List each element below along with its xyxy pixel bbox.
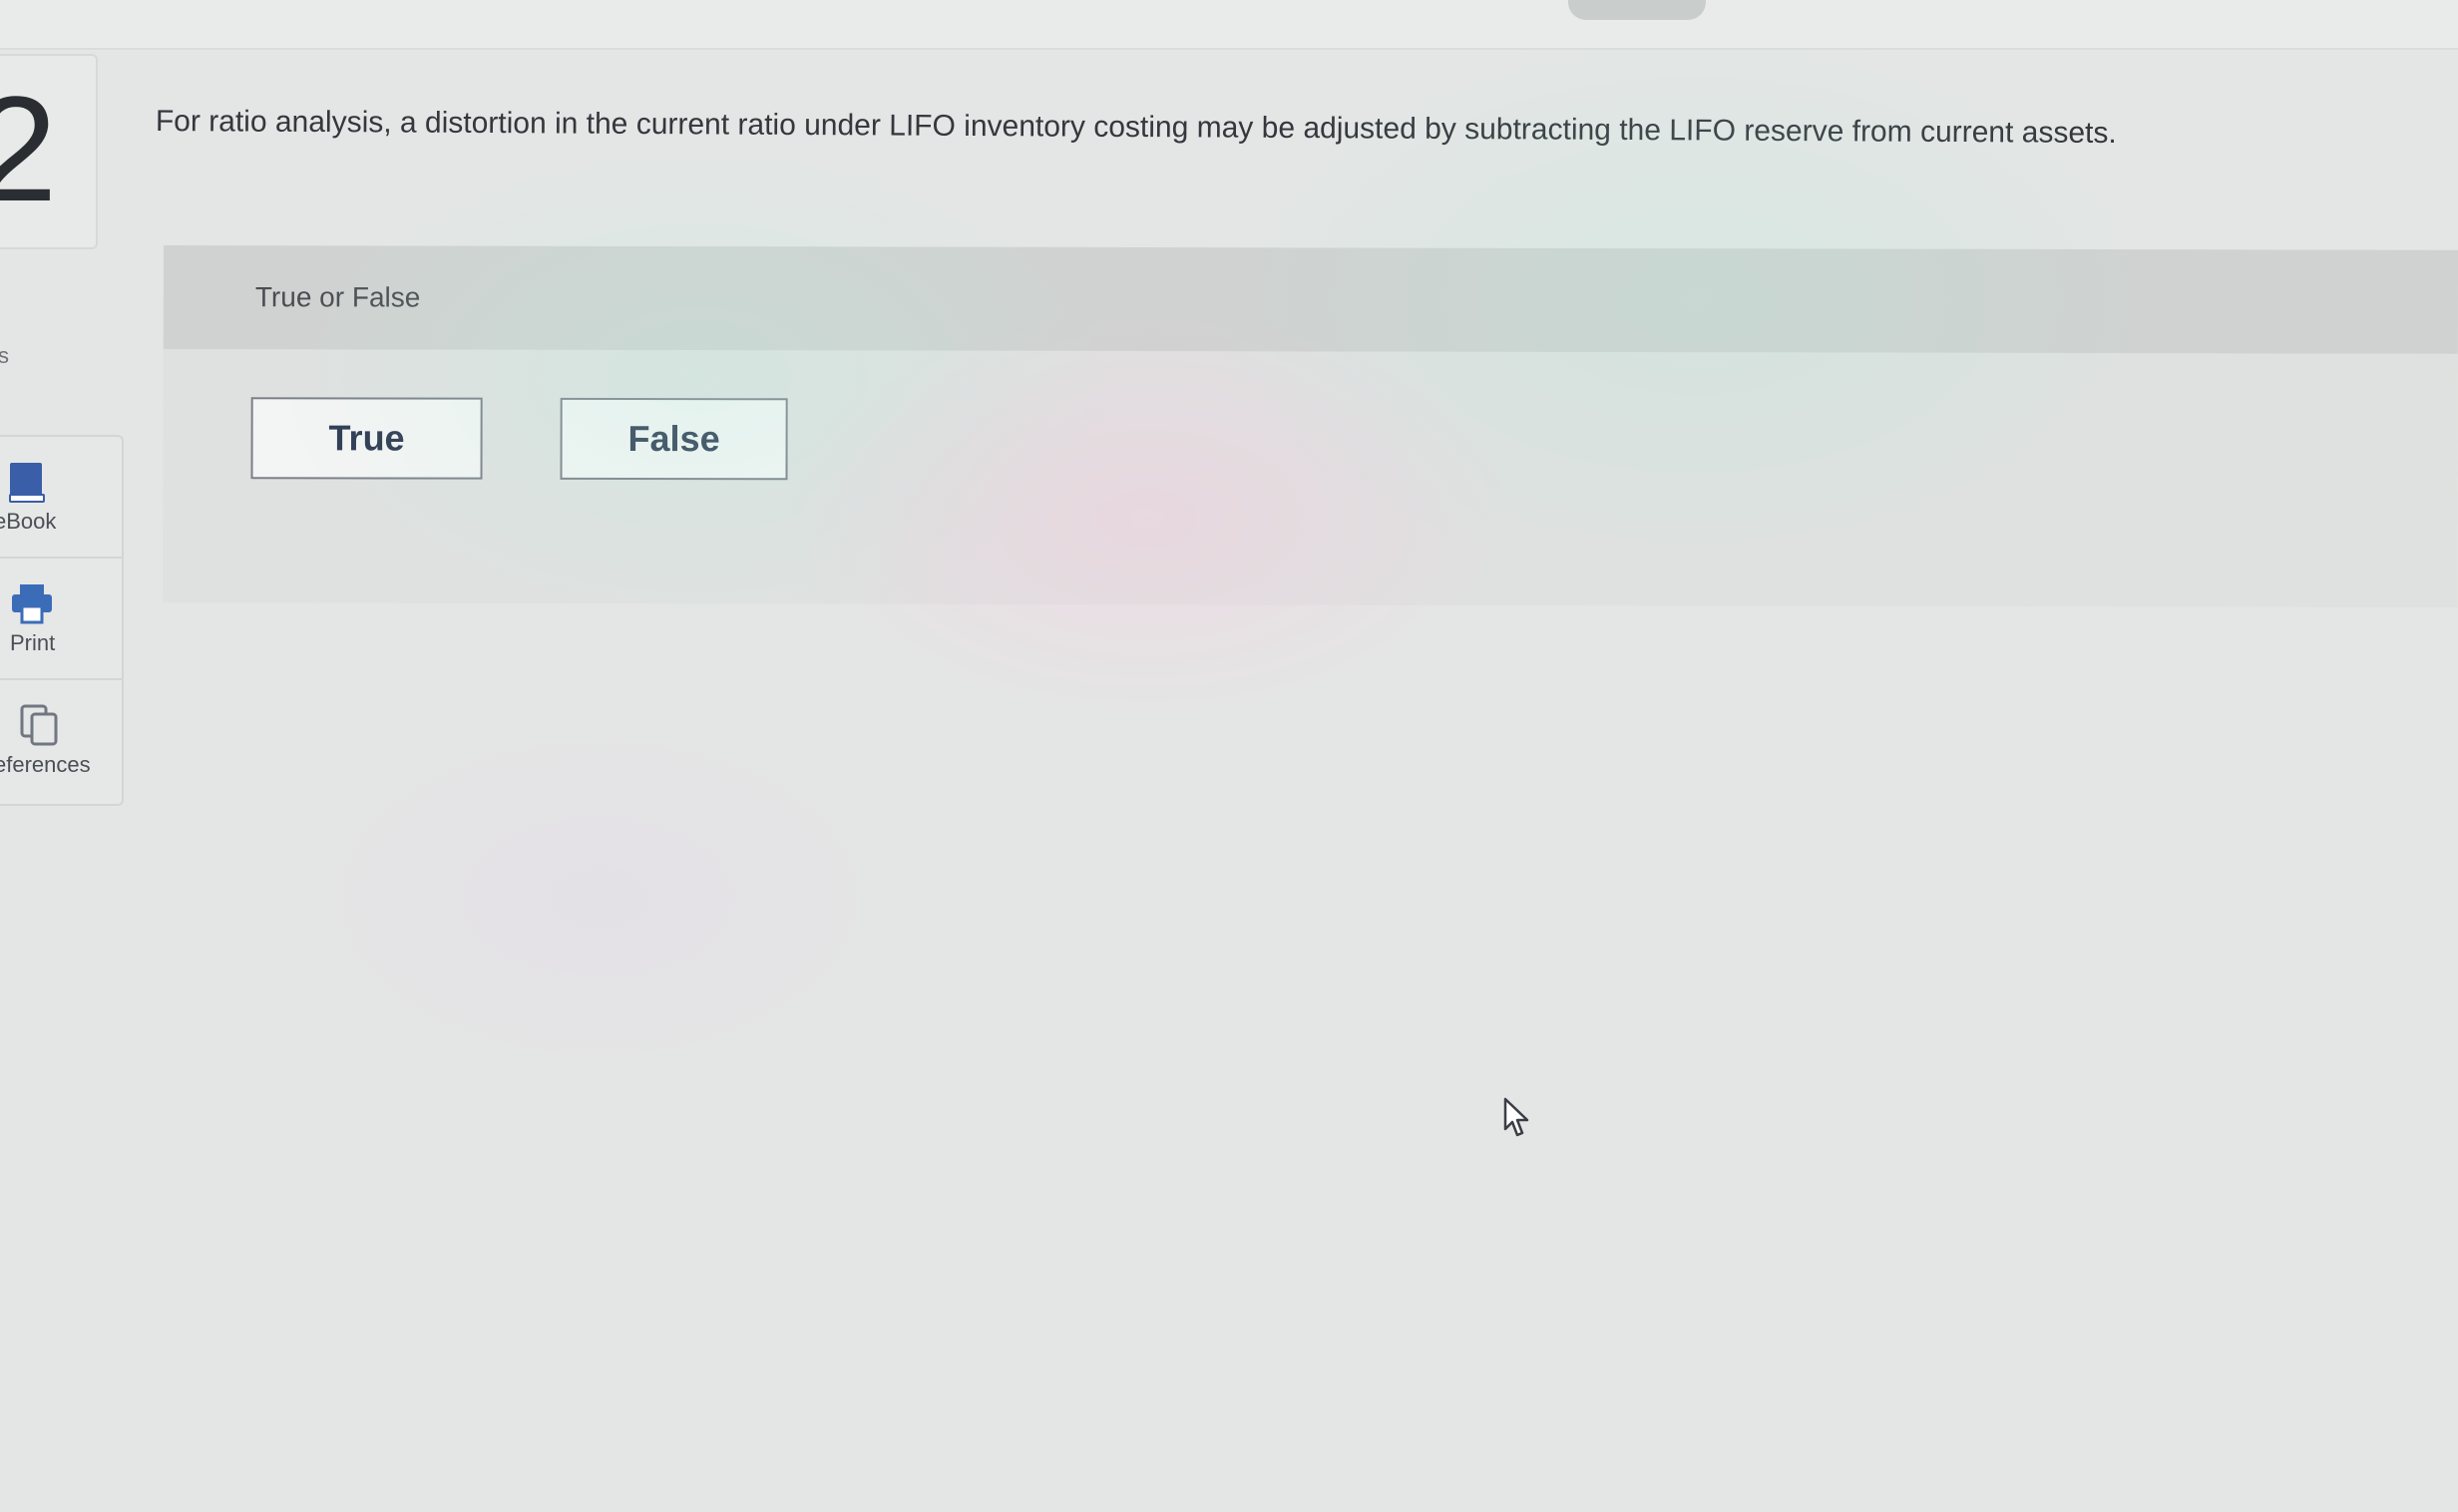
answer-type-label: True or False: [254, 281, 421, 313]
print-label: Print: [10, 630, 56, 655]
top-bar: [0, 0, 2458, 50]
answer-panel: True or False True False: [163, 245, 2458, 607]
question-number: 2: [0, 65, 58, 232]
true-button[interactable]: True: [250, 397, 483, 480]
screen-moire-overlay: [0, 0, 2458, 1512]
top-tab-handle[interactable]: [1568, 0, 1706, 20]
answer-header: True or False: [163, 245, 2458, 354]
answer-body: [163, 348, 2458, 607]
ebook-icon: [9, 463, 45, 503]
question-text: For ratio analysis, a distortion in the …: [155, 104, 2117, 151]
print-button[interactable]: Print: [0, 559, 122, 680]
mouse-cursor-icon: [1503, 1097, 1529, 1137]
references-icon: [20, 704, 58, 746]
sidebar-partial-label: s: [0, 343, 9, 368]
question-toolbar: eBook Print eferences: [0, 435, 124, 806]
references-label: eferences: [0, 752, 91, 777]
false-button[interactable]: False: [560, 397, 788, 481]
print-icon: [12, 584, 52, 624]
references-button[interactable]: eferences: [0, 680, 122, 800]
ebook-button[interactable]: eBook: [0, 437, 122, 559]
ebook-label: eBook: [0, 509, 57, 534]
